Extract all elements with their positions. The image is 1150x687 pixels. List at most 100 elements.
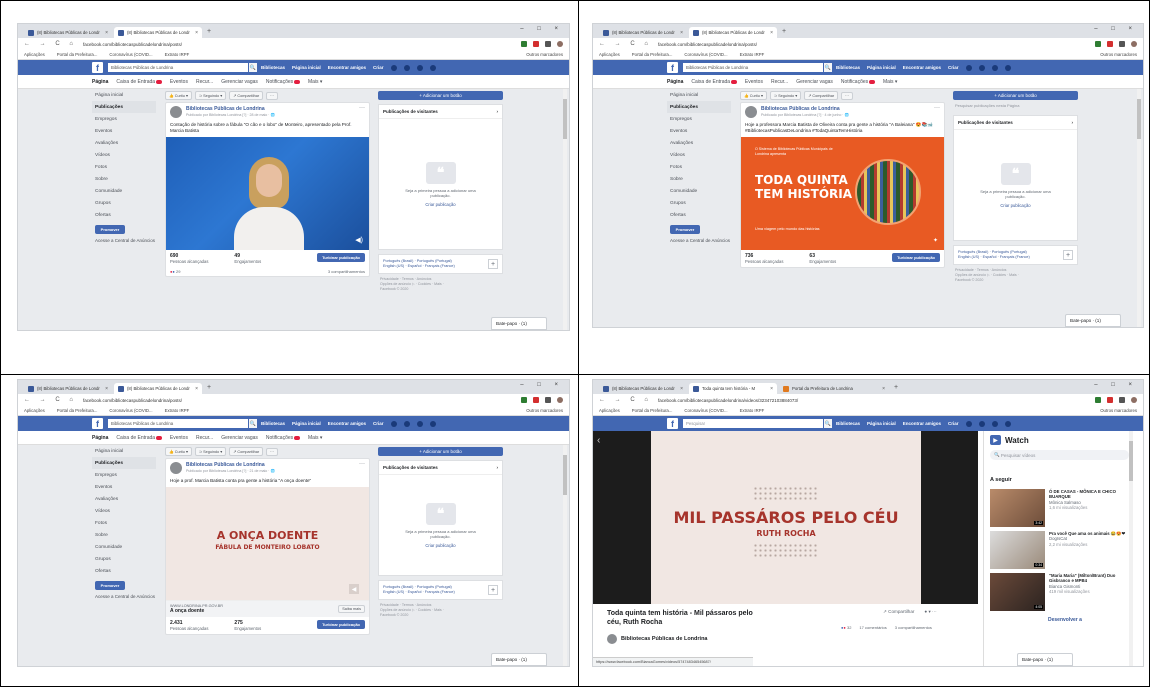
profile-avatar-icon[interactable]	[557, 397, 563, 403]
nav-item[interactable]: Criar	[373, 65, 384, 70]
sidebar-item-videos[interactable]: Vídeos	[92, 149, 156, 161]
nav-item[interactable]: Criar	[948, 65, 959, 70]
bookmark-item[interactable]: Extrato IRPF	[165, 52, 190, 57]
bookmark-item[interactable]: Portal da Prefeitura...	[632, 408, 673, 413]
new-tab-button[interactable]: +	[894, 384, 898, 391]
notifications-icon[interactable]	[416, 64, 423, 71]
sidebar-item-events[interactable]: Eventos	[92, 125, 156, 137]
sidebar-item-posts[interactable]: Publicações	[92, 457, 156, 469]
tab-close-icon[interactable]: ×	[770, 30, 773, 36]
visitor-posts-header[interactable]: Publicações de visitantes ›	[379, 461, 502, 475]
sidebar-item-groups[interactable]: Grupos	[667, 197, 731, 209]
help-icon[interactable]	[429, 420, 436, 427]
develop-link[interactable]: Desenvolver a	[984, 613, 1135, 623]
post-image-banner[interactable]: O Sistema de Bibliotecas Públicas Munici…	[741, 137, 944, 250]
extension-icon[interactable]	[1119, 41, 1125, 47]
profile-avatar-icon[interactable]	[557, 41, 563, 47]
profile-avatar-icon[interactable]	[1131, 397, 1137, 403]
friends-icon[interactable]	[965, 64, 972, 71]
browser-tab-active[interactable]: Toda quinta tem história - M ×	[689, 383, 777, 394]
post-video[interactable]: A ONÇA DOENTE FÁBULA DE MONTEIRO LOBATO …	[166, 487, 369, 600]
promote-button[interactable]: Promover	[95, 225, 125, 234]
browser-tab[interactable]: Portal da Prefeitura de Londrina ×	[779, 383, 889, 394]
more-button[interactable]: ···	[266, 91, 278, 100]
avatar[interactable]	[170, 106, 182, 118]
language-links[interactable]: English (US) · Español · Français (Franc…	[383, 590, 498, 595]
link-preview[interactable]: WWW.LONDRINA.PR.GOV.BR A onça doente Sai…	[166, 600, 369, 617]
subnav-item-page[interactable]: Página	[92, 435, 108, 441]
nav-item[interactable]: Página inicial	[867, 421, 896, 426]
avatar[interactable]	[745, 106, 757, 118]
tab-close-icon[interactable]: ×	[882, 386, 885, 392]
post-options-icon[interactable]: ···	[359, 105, 365, 111]
shares-count[interactable]: 3 compartilhamentos	[895, 625, 932, 630]
sidebar-item-community[interactable]: Comunidade	[92, 541, 156, 553]
extension-icon[interactable]	[1095, 397, 1101, 403]
browser-tab[interactable]: (8) Bibliotecas Públicas de Londr ×	[24, 27, 112, 38]
nav-item[interactable]: Encontrar amigos	[903, 421, 941, 426]
nav-buttons[interactable]: ← → C ⌂	[599, 397, 652, 403]
bookmark-item[interactable]: Extrato IRPF	[740, 52, 765, 57]
sidebar-item-posts[interactable]: Publicações	[92, 101, 156, 113]
share-button[interactable]: ↗ Compartilhar	[229, 447, 264, 456]
messenger-icon[interactable]	[403, 64, 410, 71]
post-video[interactable]: ◀)	[166, 137, 369, 250]
bookmark-item[interactable]: Portal da Prefeitura...	[57, 408, 98, 413]
extension-icon[interactable]	[521, 41, 527, 47]
video-author[interactable]: Bibliotecas Públicas de Londrina	[621, 636, 708, 642]
sidebar-item-jobs[interactable]: Empregos	[667, 113, 731, 125]
profile-avatar-icon[interactable]	[1131, 41, 1137, 47]
bookmark-item[interactable]: Coronavírus (COVID...	[109, 52, 152, 57]
subnav-item-events[interactable]: Eventos	[170, 79, 188, 85]
video-thumbnail[interactable]: 3:42	[990, 489, 1045, 527]
sidebar-item-offers[interactable]: Ofertas	[667, 209, 731, 221]
boost-post-button[interactable]: Turbinar publicação	[892, 253, 940, 262]
bookmark-item[interactable]: Aplicações	[599, 408, 620, 413]
subnav-item-jobs[interactable]: Gerenciar vagas	[796, 79, 833, 85]
shares-count[interactable]: 3 compartilhamentos	[328, 269, 365, 274]
bookmark-item[interactable]: Aplicações	[24, 408, 45, 413]
chat-bar[interactable]: Bate-papo · (1)	[491, 317, 547, 330]
messenger-icon[interactable]	[403, 420, 410, 427]
url-field[interactable]: facebook.com/bibliotecaspublicadelondrin…	[658, 42, 1095, 47]
reactions-count[interactable]: ●● 29	[170, 269, 180, 274]
facebook-search-input[interactable]: Bibliotecas Públicas de Londrina 🔍	[683, 63, 832, 72]
scrollbar[interactable]	[1137, 89, 1141, 327]
other-bookmarks[interactable]: Outros marcadores	[526, 52, 563, 57]
notifications-icon[interactable]	[416, 420, 423, 427]
scrollbar[interactable]	[1129, 431, 1133, 666]
nav-buttons[interactable]: ← → C ⌂	[599, 41, 652, 47]
learn-more-button[interactable]: Saiba mais	[338, 605, 365, 613]
sidebar-item-videos[interactable]: Vídeos	[667, 149, 731, 161]
sidebar-item-offers[interactable]: Ofertas	[92, 209, 156, 221]
bookmark-item[interactable]: Coronavírus (COVID...	[684, 408, 727, 413]
tab-close-icon[interactable]: ×	[105, 386, 108, 392]
window-controls[interactable]: – □ ×	[520, 26, 564, 32]
extension-icon[interactable]	[533, 41, 539, 47]
browser-tab[interactable]: (8) Bibliotecas Públicas de Londr ×	[599, 27, 687, 38]
liked-button[interactable]: 👍 Curtiu ▾	[165, 91, 192, 100]
nav-item[interactable]: Criar	[948, 421, 959, 426]
sidebar-item-community[interactable]: Comunidade	[92, 185, 156, 197]
sidebar-item-reviews[interactable]: Avaliações	[92, 137, 156, 149]
subnav-item-jobs[interactable]: Gerenciar vagas	[221, 435, 258, 441]
subnav-item-more[interactable]: Mais ▾	[883, 79, 897, 85]
bookmark-item[interactable]: Aplicações	[599, 52, 620, 57]
other-bookmarks[interactable]: Outros marcadores	[526, 408, 563, 413]
video-frame[interactable]: MIL PASSÁROS PELO CÉU RUTH ROCHA	[651, 431, 921, 604]
sidebar-item-jobs[interactable]: Empregos	[92, 113, 156, 125]
sidebar-item-about[interactable]: Sobre	[92, 529, 156, 541]
promote-button[interactable]: Promover	[95, 581, 125, 590]
nav-item[interactable]: Bibliotecas	[836, 65, 860, 70]
ad-center-link[interactable]: Acesse a Central de Anúncios	[92, 594, 156, 600]
messenger-icon[interactable]	[978, 64, 985, 71]
create-post-link[interactable]: Criar publicação	[1000, 203, 1030, 208]
sidebar-item-photos[interactable]: Fotos	[92, 161, 156, 173]
language-links[interactable]: English (US) · Español · Français (Franc…	[383, 264, 498, 269]
browser-tab-active[interactable]: (8) Bibliotecas Públicas de Londr ×	[114, 383, 202, 394]
nav-item[interactable]: Encontrar amigos	[903, 65, 941, 70]
sidebar-item-reviews[interactable]: Avaliações	[92, 493, 156, 505]
extension-icon[interactable]	[1119, 397, 1125, 403]
visitor-posts-header[interactable]: Publicações de visitantes ›	[379, 105, 502, 119]
more-button[interactable]: ···	[266, 447, 278, 456]
